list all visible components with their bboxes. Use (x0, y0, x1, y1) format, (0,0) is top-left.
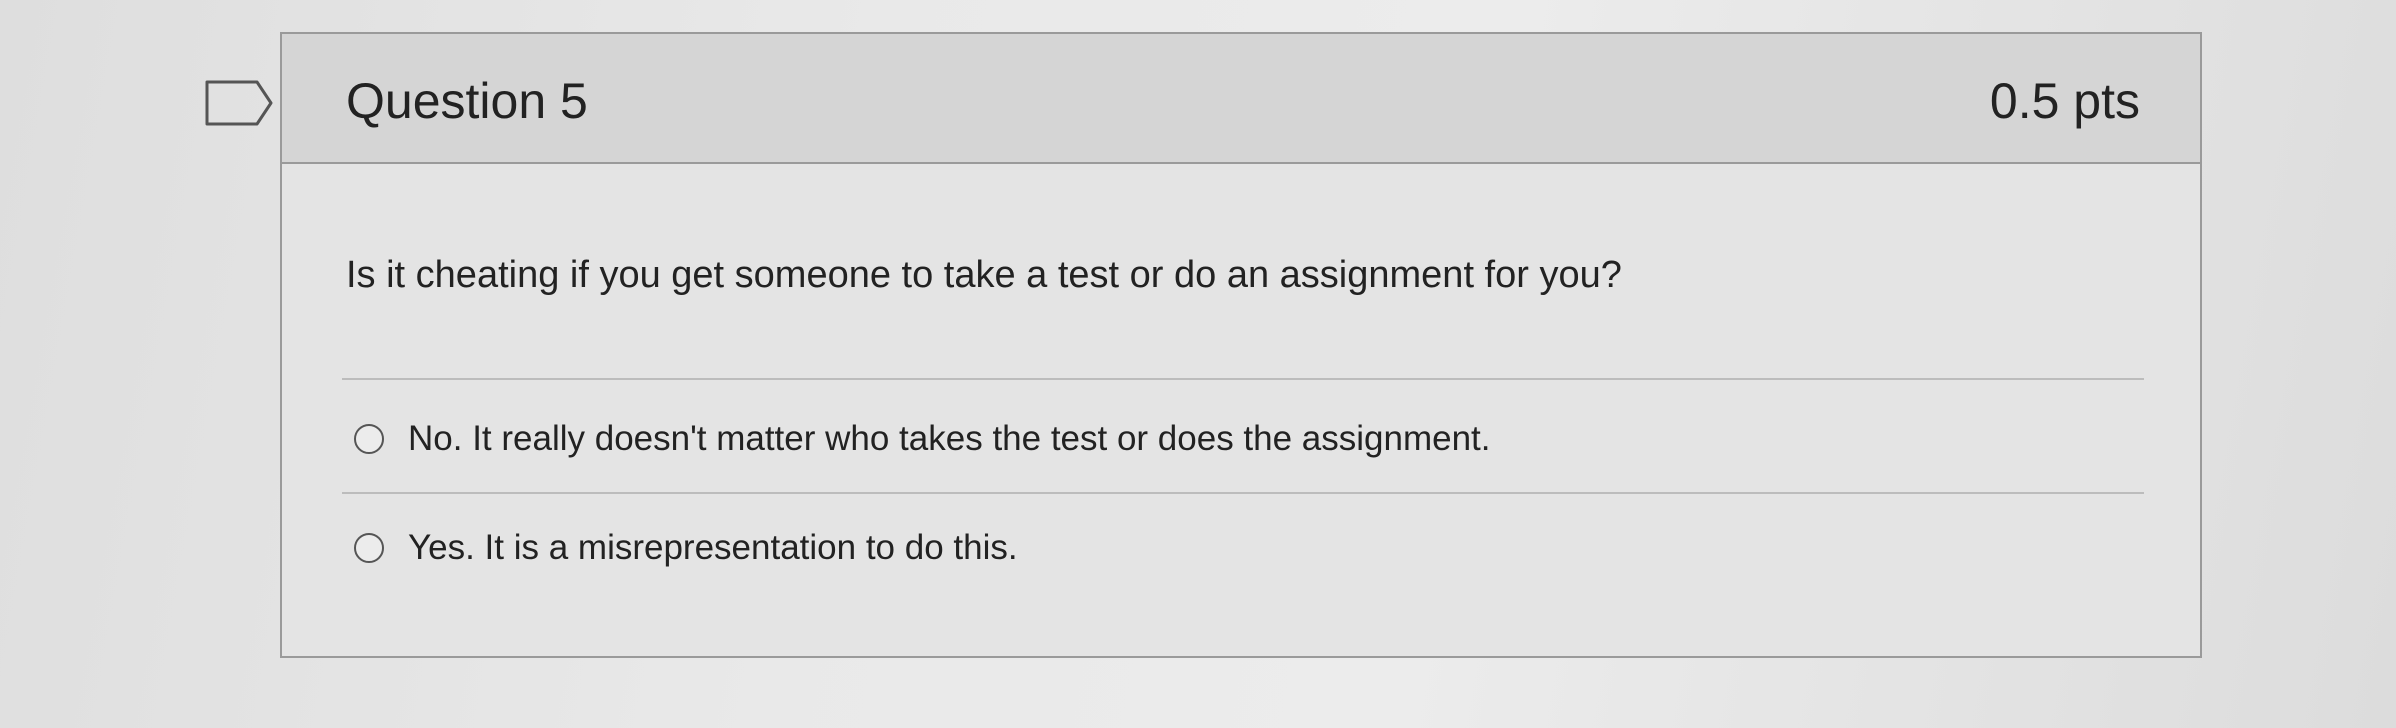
answer-option-2[interactable]: Yes. It is a misrepresentation to do thi… (354, 523, 1018, 573)
question-card: Question 5 0.5 pts Is it cheating if you… (280, 32, 2202, 658)
answer-label: Yes. It is a misrepresentation to do thi… (408, 528, 1018, 567)
question-text: Is it cheating if you get someone to tak… (346, 254, 1622, 296)
question-header: Question 5 0.5 pts (282, 34, 2200, 164)
radio-button[interactable] (354, 533, 384, 563)
answer-option-1[interactable]: No. It really doesn't matter who takes t… (354, 414, 1491, 464)
question-title: Question 5 (346, 73, 588, 129)
answer-divider (342, 378, 2144, 380)
answer-label: No. It really doesn't matter who takes t… (408, 419, 1491, 458)
flag-question-icon[interactable] (205, 80, 273, 126)
radio-button[interactable] (354, 424, 384, 454)
flag-icon (205, 80, 273, 126)
question-points: 0.5 pts (1989, 73, 2140, 129)
answer-divider (342, 492, 2144, 494)
